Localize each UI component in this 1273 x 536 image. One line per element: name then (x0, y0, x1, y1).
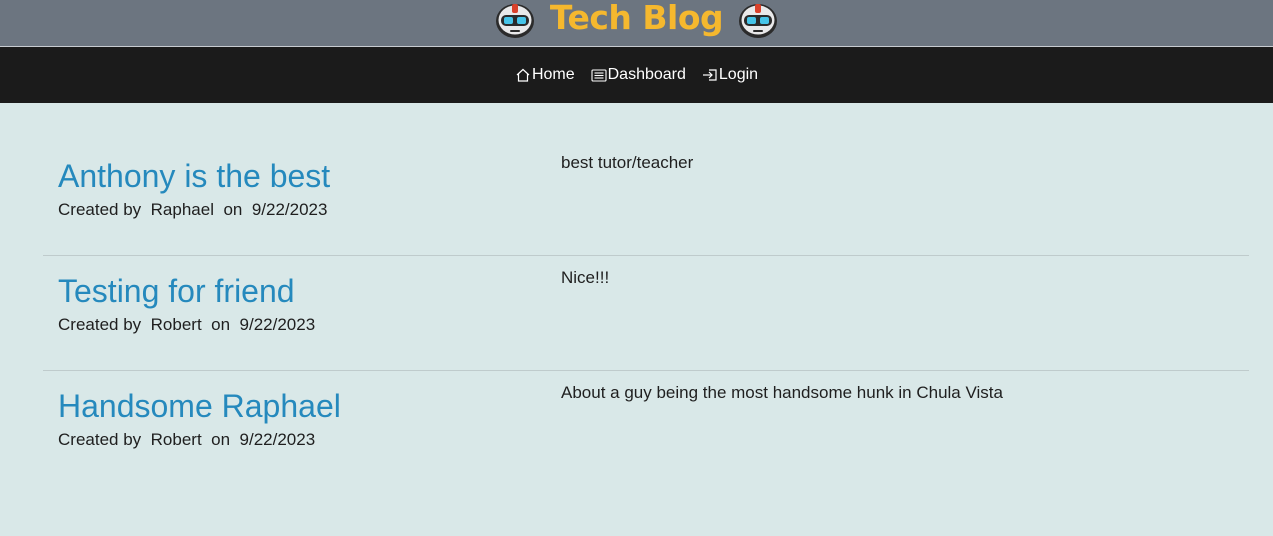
nav-dashboard-label: Dashboard (607, 66, 686, 83)
nav-home-link[interactable]: Home (515, 66, 575, 84)
post-item: Anthony is the best Created by Raphael o… (43, 141, 1249, 256)
nav-login-label: Login (718, 66, 759, 83)
nav-home-label: Home (531, 66, 575, 83)
nav-login-link[interactable]: Login (702, 66, 758, 84)
post-content: best tutor/teacher (561, 153, 694, 172)
post-meta: Created by Robert on 9/22/2023 (58, 430, 546, 450)
post-author: Raphael (150, 200, 214, 219)
post-author: Robert (150, 315, 202, 334)
list-icon (591, 69, 607, 82)
post-item: Handsome Raphael Created by Robert on 9/… (43, 371, 1249, 486)
site-title[interactable]: Tech Blog (550, 0, 724, 41)
nav-dashboard-link[interactable]: Dashboard (591, 66, 686, 84)
post-title-link[interactable]: Handsome Raphael (58, 387, 546, 425)
site-banner: Tech Blog (0, 0, 1273, 47)
created-by-label: Created by (58, 430, 142, 449)
created-by-label: Created by (58, 315, 142, 334)
post-title-link[interactable]: Testing for friend (58, 272, 546, 310)
posts-list: Anthony is the best Created by Raphael o… (0, 103, 1273, 486)
post-meta: Created by Robert on 9/22/2023 (58, 315, 546, 335)
post-header: Handsome Raphael Created by Robert on 9/… (43, 371, 546, 486)
post-meta: Created by Raphael on 9/22/2023 (58, 200, 546, 220)
on-label: on (211, 315, 231, 334)
post-date: 9/22/2023 (239, 315, 316, 334)
created-by-label: Created by (58, 200, 142, 219)
post-header: Anthony is the best Created by Raphael o… (43, 141, 546, 255)
post-date: 9/22/2023 (251, 200, 328, 219)
login-icon (702, 69, 717, 81)
banner-content: Tech Blog (494, 0, 779, 41)
post-content: Nice!!! (561, 268, 610, 287)
robot-icon (495, 4, 534, 38)
on-label: on (223, 200, 243, 219)
main-nav: Home Dashboard Login (0, 47, 1273, 103)
post-header: Testing for friend Created by Robert on … (43, 256, 546, 370)
post-content: About a guy being the most handsome hunk… (561, 383, 1003, 402)
post-author: Robert (150, 430, 202, 449)
home-icon (516, 68, 530, 82)
post-date: 9/22/2023 (239, 430, 316, 449)
post-title-link[interactable]: Anthony is the best (58, 157, 546, 195)
robot-icon (739, 4, 778, 38)
on-label: on (211, 430, 231, 449)
post-item: Testing for friend Created by Robert on … (43, 256, 1249, 371)
